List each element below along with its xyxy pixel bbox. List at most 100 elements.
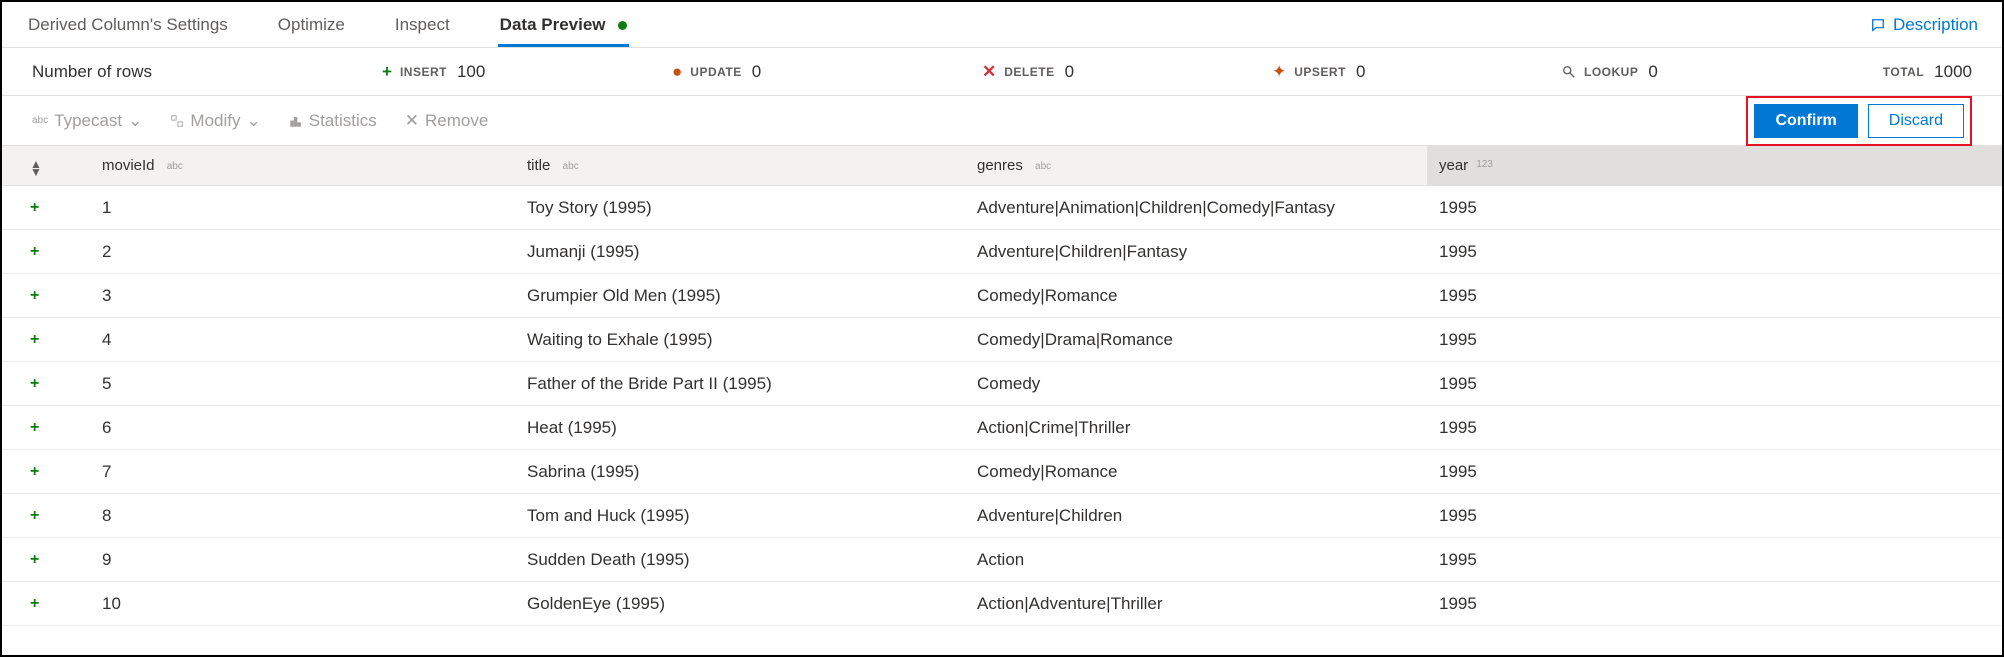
cell-title: Tom and Huck (1995) <box>527 506 977 526</box>
cell-year: 1995 <box>1427 318 2002 361</box>
chevron-down-icon: ⌄ <box>128 111 142 131</box>
cell-movieid: 4 <box>62 330 527 350</box>
statistics-button[interactable]: Statistics <box>289 111 377 131</box>
stat-update-value: 0 <box>752 62 761 82</box>
cell-year: 1995 <box>1427 186 2002 229</box>
cell-title: Heat (1995) <box>527 418 977 438</box>
column-header-genres[interactable]: genres abc <box>977 157 1427 174</box>
stat-lookup-value: 0 <box>1648 62 1657 82</box>
stat-delete-value: 0 <box>1065 62 1074 82</box>
tab-inspect[interactable]: Inspect <box>393 4 452 46</box>
cell-title: GoldenEye (1995) <box>527 594 977 614</box>
tab-data-preview[interactable]: Data Preview <box>498 4 630 46</box>
cell-year: 1995 <box>1427 582 2002 625</box>
cell-year: 1995 <box>1427 274 2002 317</box>
typecast-button[interactable]: abc Typecast ⌄ <box>32 111 142 131</box>
tab-label: Data Preview <box>500 15 606 34</box>
cell-movieid: 5 <box>62 374 527 394</box>
remove-button[interactable]: ✕ Remove <box>405 111 489 131</box>
table-row[interactable]: +10GoldenEye (1995)Action|Adventure|Thri… <box>2 582 2002 626</box>
grid-body: +1Toy Story (1995)Adventure|Animation|Ch… <box>2 186 2002 626</box>
rows-label: Number of rows <box>32 62 382 82</box>
stat-total: TOTAL 1000 <box>1883 62 1972 82</box>
grid-header: ▲▼ movieId abc title abc genres abc year… <box>2 146 2002 186</box>
cell-title: Waiting to Exhale (1995) <box>527 330 977 350</box>
cell-genres: Adventure|Animation|Children|Comedy|Fant… <box>977 198 1427 218</box>
col-title-label: title <box>527 157 550 174</box>
table-row[interactable]: +2Jumanji (1995)Adventure|Children|Fanta… <box>2 230 2002 274</box>
cell-year: 1995 <box>1427 494 2002 537</box>
table-row[interactable]: +8Tom and Huck (1995)Adventure|Children1… <box>2 494 2002 538</box>
cell-movieid: 8 <box>62 506 527 526</box>
cell-year: 1995 <box>1427 406 2002 449</box>
confirm-discard-group: Confirm Discard <box>1746 96 1972 146</box>
tab-settings[interactable]: Derived Column's Settings <box>26 4 230 46</box>
cell-year: 1995 <box>1427 362 2002 405</box>
table-row[interactable]: +9Sudden Death (1995)Action1995 <box>2 538 2002 582</box>
table-row[interactable]: +5Father of the Bride Part II (1995)Come… <box>2 362 2002 406</box>
column-header-movieid[interactable]: movieId abc <box>62 157 527 174</box>
col-title-type: abc <box>563 161 579 172</box>
description-label: Description <box>1893 15 1978 35</box>
col-genres-label: genres <box>977 157 1023 174</box>
col-id-type: abc <box>167 161 183 172</box>
stat-lookup: LOOKUP 0 <box>1562 62 1792 82</box>
typecast-label: Typecast <box>54 111 122 131</box>
tab-optimize[interactable]: Optimize <box>276 4 347 46</box>
cell-movieid: 3 <box>62 286 527 306</box>
cell-genres: Comedy|Drama|Romance <box>977 330 1427 350</box>
cell-year: 1995 <box>1427 538 2002 581</box>
col-year-type: 123 <box>1476 159 1493 170</box>
row-insert-icon: + <box>2 287 62 305</box>
cell-movieid: 7 <box>62 462 527 482</box>
x-icon: ✕ <box>982 62 996 82</box>
tab-bar: Derived Column's Settings Optimize Inspe… <box>2 2 2002 48</box>
confirm-button[interactable]: Confirm <box>1754 104 1857 138</box>
modify-label: Modify <box>190 111 240 131</box>
status-dot-icon <box>618 21 627 30</box>
description-link[interactable]: Description <box>1871 15 1978 35</box>
cell-year: 1995 <box>1427 230 2002 273</box>
cell-movieid: 1 <box>62 198 527 218</box>
table-row[interactable]: +1Toy Story (1995)Adventure|Animation|Ch… <box>2 186 2002 230</box>
cell-movieid: 10 <box>62 594 527 614</box>
table-row[interactable]: +7Sabrina (1995)Comedy|Romance1995 <box>2 450 2002 494</box>
stat-delete-label: DELETE <box>1004 65 1054 79</box>
stat-total-value: 1000 <box>1934 62 1972 82</box>
table-row[interactable]: +3Grumpier Old Men (1995)Comedy|Romance1… <box>2 274 2002 318</box>
row-insert-icon: + <box>2 331 62 349</box>
stat-delete: ✕ DELETE 0 <box>982 62 1272 82</box>
chevron-down-icon: ⌄ <box>247 111 261 131</box>
table-row[interactable]: +4Waiting to Exhale (1995)Comedy|Drama|R… <box>2 318 2002 362</box>
row-insert-icon: + <box>2 507 62 525</box>
cell-title: Jumanji (1995) <box>527 242 977 262</box>
chart-icon <box>289 114 303 128</box>
toolbar: abc Typecast ⌄ Modify ⌄ Statistics ✕ Rem… <box>2 96 2002 146</box>
stat-insert-value: 100 <box>457 62 485 82</box>
col-id-label: movieId <box>102 157 155 174</box>
cell-genres: Comedy|Romance <box>977 462 1427 482</box>
cell-genres: Action|Crime|Thriller <box>977 418 1427 438</box>
stat-update-label: UPDATE <box>690 65 741 79</box>
stat-lookup-label: LOOKUP <box>1584 65 1638 79</box>
cell-year: 1995 <box>1427 450 2002 493</box>
sort-column[interactable]: ▲▼ <box>2 155 62 176</box>
stat-insert: + INSERT 100 <box>382 62 672 82</box>
search-icon <box>1562 65 1576 79</box>
column-header-title[interactable]: title abc <box>527 157 977 174</box>
sort-icon: ▲▼ <box>30 160 42 176</box>
column-header-year[interactable]: year 123 <box>1427 146 2002 185</box>
table-row[interactable]: +6Heat (1995)Action|Crime|Thriller1995 <box>2 406 2002 450</box>
cell-title: Grumpier Old Men (1995) <box>527 286 977 306</box>
upsert-icon: ✦ <box>1272 62 1286 82</box>
modify-icon <box>170 114 184 128</box>
statistics-label: Statistics <box>309 111 377 131</box>
stat-upsert: ✦ UPSERT 0 <box>1272 62 1562 82</box>
row-insert-icon: + <box>2 419 62 437</box>
modify-button[interactable]: Modify ⌄ <box>170 111 260 131</box>
cell-title: Toy Story (1995) <box>527 198 977 218</box>
cell-title: Sabrina (1995) <box>527 462 977 482</box>
row-insert-icon: + <box>2 551 62 569</box>
cell-genres: Comedy <box>977 374 1427 394</box>
discard-button[interactable]: Discard <box>1868 104 1964 138</box>
